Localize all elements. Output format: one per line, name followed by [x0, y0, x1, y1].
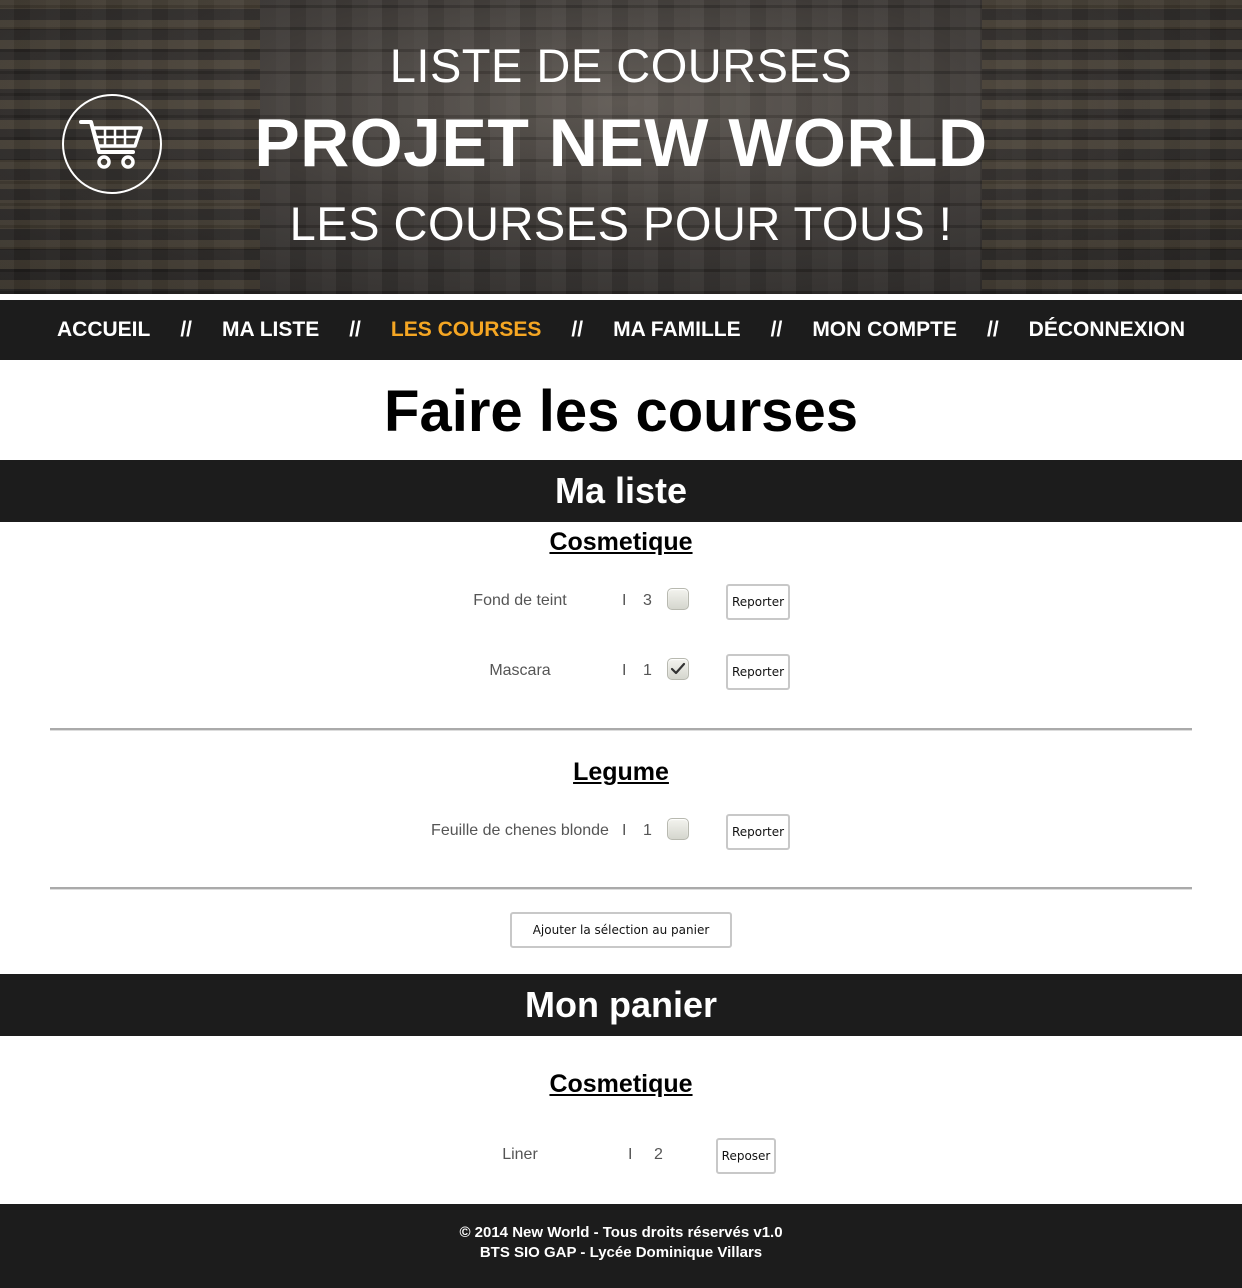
- reporter-button[interactable]: Reporter: [726, 814, 790, 850]
- cart-item: Liner I 2 Reposer: [0, 1138, 1242, 1174]
- nav-divider: //: [770, 318, 783, 341]
- add-to-cart-button[interactable]: Ajouter la sélection au panier: [510, 912, 732, 948]
- main-nav: ACCUEIL // MA LISTE // LES COURSES // MA…: [0, 300, 1242, 360]
- item-name: Fond de teint: [473, 592, 567, 609]
- item-checkbox[interactable]: [667, 658, 689, 680]
- divider: [50, 728, 1192, 731]
- reposer-button[interactable]: Reposer: [716, 1138, 776, 1174]
- category-title-cosmetique: Cosmetique: [549, 1070, 693, 1098]
- item-quantity: 3: [643, 592, 652, 609]
- header-tagline: LES COURSES POUR TOUS !: [289, 197, 953, 250]
- item-name: Mascara: [489, 662, 551, 679]
- item-name: Feuille de chenes blonde: [431, 822, 609, 839]
- nav-divider: //: [349, 318, 361, 341]
- item-name: Liner: [502, 1146, 538, 1163]
- item-quantity: 1: [643, 822, 652, 839]
- nav-item-deconnexion[interactable]: DÉCONNEXION: [1029, 318, 1185, 342]
- item-quantity: 2: [654, 1146, 663, 1163]
- item-separator: I: [622, 822, 627, 839]
- nav-item-mon-compte[interactable]: MON COMPTE: [812, 318, 957, 342]
- nav-item-les-courses[interactable]: LES COURSES: [391, 318, 542, 342]
- site-footer: © 2014 New World - Tous droits réservés …: [0, 1204, 1242, 1288]
- nav-item-ma-famille[interactable]: MA FAMILLE: [613, 318, 741, 342]
- category-title-legume: Legume: [573, 758, 669, 786]
- header-subtitle-top: LISTE DE COURSES: [389, 39, 853, 92]
- nav-divider: //: [571, 318, 584, 341]
- nav-divider: //: [180, 318, 192, 341]
- item-separator: I: [622, 592, 627, 609]
- item-quantity: 1: [643, 662, 652, 679]
- item-separator: I: [622, 662, 627, 679]
- reporter-button[interactable]: Reporter: [726, 654, 790, 690]
- category-title-cosmetique: Cosmetique: [549, 528, 693, 556]
- footer-credits: BTS SIO GAP - Lycée Dominique Villars: [479, 1244, 763, 1261]
- section-header-ma-liste: Ma liste: [0, 460, 1242, 522]
- checkmark-icon: [670, 662, 686, 675]
- list-item: Feuille de chenes blonde I 1 Reporter: [0, 814, 1242, 850]
- header-title: PROJET NEW WORLD: [254, 105, 988, 181]
- nav-divider: //: [986, 318, 999, 341]
- site-header: LISTE DE COURSES PROJET NEW WORLD LES CO…: [0, 0, 1242, 294]
- list-item: Fond de teint I 3 Reporter: [0, 584, 1242, 620]
- item-separator: I: [628, 1146, 633, 1163]
- nav-item-ma-liste[interactable]: MA LISTE: [222, 318, 319, 342]
- item-checkbox[interactable]: [667, 818, 689, 840]
- reporter-button[interactable]: Reporter: [726, 584, 790, 620]
- divider: [50, 887, 1192, 890]
- footer-copyright: © 2014 New World - Tous droits réservés …: [459, 1224, 783, 1241]
- nav-item-accueil[interactable]: ACCUEIL: [57, 318, 150, 342]
- page-title: Faire les courses: [384, 379, 858, 444]
- item-checkbox[interactable]: [667, 588, 689, 610]
- section-header-mon-panier: Mon panier: [0, 974, 1242, 1036]
- list-item: Mascara I 1 Reporter: [0, 654, 1242, 690]
